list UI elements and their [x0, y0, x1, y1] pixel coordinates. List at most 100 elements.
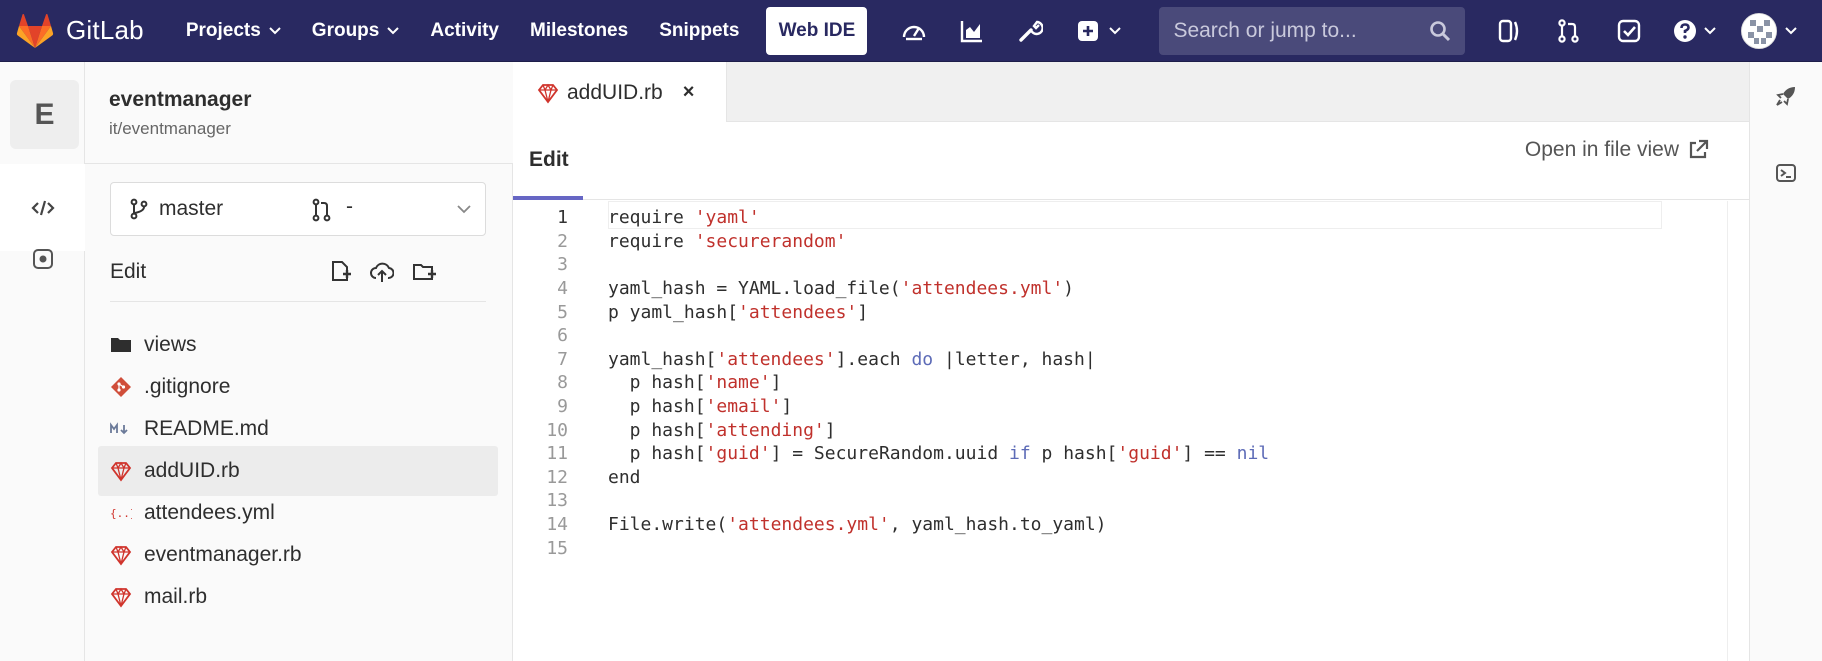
code-text: p yaml_hash['attendees']	[608, 301, 869, 323]
line-number: 1	[557, 207, 568, 229]
gitlab-logo[interactable]: GitLab	[16, 13, 186, 49]
issues-icon	[1499, 19, 1519, 42]
nav-projects-label: Projects	[185, 19, 261, 41]
nav-groups[interactable]: Groups	[312, 20, 400, 42]
analytics-button[interactable]	[943, 11, 1001, 51]
code-text: require 'securerandom'	[608, 230, 847, 252]
open-in-file-view-label: Open in file view	[1524, 138, 1679, 161]
commit-icon	[32, 248, 53, 269]
nav-activity[interactable]: Activity	[430, 20, 499, 42]
active-tab-indicator	[513, 196, 583, 200]
branch-selector[interactable]: master -	[110, 182, 486, 236]
line-number: 11	[546, 443, 568, 465]
search-input[interactable]: Search or jump to...	[1159, 6, 1466, 55]
code-text: p hash['attending']	[608, 419, 836, 441]
ide-activity-bar: E	[0, 62, 86, 661]
line-number: 8	[557, 372, 568, 394]
code-text: require 'yaml'	[608, 207, 760, 229]
project-path: it/eventmanager	[109, 119, 231, 138]
web-ide-button[interactable]: Web IDE	[766, 6, 868, 55]
external-link-icon	[1689, 139, 1709, 159]
gitlab-tanuki-icon	[16, 13, 54, 48]
chevron-down-icon	[269, 26, 281, 34]
gauge-icon	[903, 25, 926, 40]
line-number: 14	[546, 514, 568, 536]
code-text: File.write('attendees.yml', yaml_hash.to…	[608, 514, 1107, 536]
nav-projects[interactable]: Projects	[186, 20, 281, 42]
line-number: 4	[557, 278, 568, 300]
file-tree-panel: master - Edit views .gitignore README.md…	[85, 164, 513, 661]
folder-icon	[110, 334, 132, 356]
file-name: views	[144, 333, 197, 356]
project-name[interactable]: eventmanager	[109, 88, 251, 112]
code-line[interactable]: 15	[513, 534, 1749, 562]
line-number: 12	[546, 466, 568, 488]
file-name: .gitignore	[144, 375, 231, 398]
editor-tab-bar: addUID.rb ×	[513, 62, 1749, 123]
merge-request-icon	[312, 198, 331, 222]
editor-mode-bar: Edit Open in file view	[513, 122, 1749, 200]
issues-button[interactable]	[1479, 11, 1539, 51]
search-icon	[1430, 20, 1451, 41]
tab-edit[interactable]: Edit	[529, 148, 569, 172]
nav-snippets[interactable]: Snippets	[659, 20, 739, 42]
code-editor[interactable]: 1 require 'yaml' 2 require 'securerandom' 3 4…	[513, 201, 1749, 661]
identicon-icon	[1742, 13, 1777, 48]
git-icon	[110, 376, 132, 398]
nav-milestones[interactable]: Milestones	[530, 20, 628, 42]
close-icon[interactable]: ×	[683, 81, 695, 104]
code-text: p hash['name']	[608, 372, 782, 394]
new-item-dropdown[interactable]	[1059, 11, 1137, 51]
wrench-icon	[1019, 20, 1044, 42]
chart-icon	[961, 20, 983, 42]
file-name: mail.rb	[144, 585, 208, 608]
editor-tab-adduid[interactable]: addUID.rb ×	[513, 62, 727, 123]
merge-request-icon	[1558, 18, 1580, 43]
user-avatar	[1741, 12, 1778, 49]
todo-check-icon	[1618, 19, 1641, 42]
ruby-icon	[110, 586, 132, 608]
line-number: 9	[557, 396, 568, 418]
line-number: 2	[557, 230, 568, 252]
line-number: 13	[546, 490, 568, 512]
merge-request-value: -	[346, 195, 353, 218]
chevron-down-icon	[1109, 26, 1122, 34]
right-sidebar	[1749, 62, 1822, 661]
file-item-mail[interactable]: mail.rb	[98, 572, 498, 622]
top-navbar: GitLab Projects Groups Activity Mileston…	[0, 0, 1822, 62]
new-directory-icon[interactable]	[412, 260, 436, 284]
project-avatar[interactable]: E	[10, 80, 79, 149]
upload-icon[interactable]	[370, 260, 394, 284]
file-name: addUID.rb	[144, 459, 240, 482]
code-text: p hash['email']	[608, 396, 793, 418]
rocket-icon[interactable]	[1775, 85, 1797, 107]
brand-name: GitLab	[66, 15, 144, 45]
line-number: 7	[557, 348, 568, 370]
branch-icon	[130, 198, 148, 220]
todos-button[interactable]	[1599, 11, 1659, 51]
line-number: 5	[557, 301, 568, 323]
terminal-icon[interactable]	[1775, 162, 1797, 184]
open-in-file-view-link[interactable]: Open in file view	[1525, 138, 1709, 162]
yaml-icon: {..}	[110, 502, 132, 524]
admin-dashboard-button[interactable]	[885, 11, 943, 51]
commit-mode-button[interactable]	[0, 215, 85, 302]
chevron-down-icon	[1785, 26, 1798, 34]
nav-groups-label: Groups	[311, 19, 380, 41]
help-question-icon	[1674, 19, 1697, 42]
new-file-icon[interactable]	[328, 260, 352, 284]
tab-filename: addUID.rb	[567, 80, 663, 104]
project-header: eventmanager it/eventmanager	[85, 62, 513, 164]
merge-requests-button[interactable]	[1539, 11, 1599, 51]
help-dropdown[interactable]	[1659, 11, 1729, 51]
line-number: 3	[557, 254, 568, 276]
editor-scrollbar[interactable]	[1727, 201, 1749, 661]
admin-area-button[interactable]	[1001, 11, 1059, 51]
chevron-down-icon	[457, 205, 471, 214]
ruby-icon	[110, 544, 132, 566]
user-menu-dropdown[interactable]	[1741, 12, 1798, 49]
line-number: 10	[546, 419, 568, 441]
plus-square-icon	[1078, 20, 1099, 41]
line-number: 15	[546, 537, 568, 559]
code-text: yaml_hash['attendees'].each do |letter, …	[608, 348, 1096, 370]
